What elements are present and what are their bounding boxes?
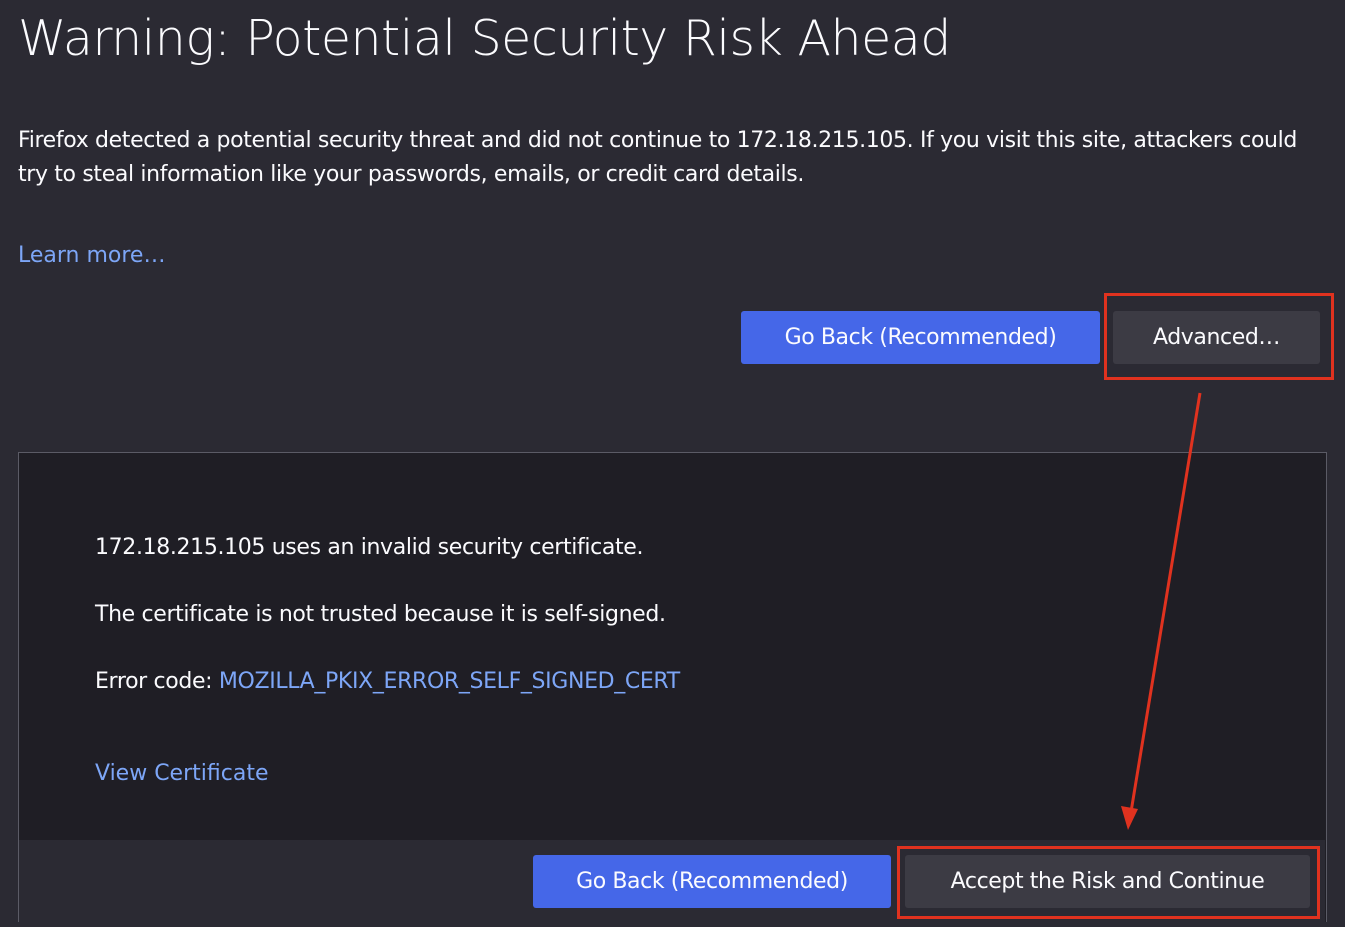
invalid-cert-text: 172.18.215.105 uses an invalid security … [95, 535, 644, 560]
error-code-line: Error code: MOZILLA_PKIX_ERROR_SELF_SIGN… [95, 669, 680, 694]
error-code-label: Error code: [95, 669, 219, 694]
page-title: Warning: Potential Security Risk Ahead [18, 10, 951, 67]
advanced-button[interactable]: Advanced… [1113, 311, 1320, 364]
accept-risk-button[interactable]: Accept the Risk and Continue [905, 855, 1310, 908]
not-trusted-text: The certificate is not trusted because i… [95, 602, 666, 627]
error-code-link[interactable]: MOZILLA_PKIX_ERROR_SELF_SIGNED_CERT [219, 669, 680, 694]
security-warning-page: Warning: Potential Security Risk Ahead F… [0, 0, 1345, 927]
view-certificate-link[interactable]: View Certificate [95, 761, 268, 786]
advanced-panel: 172.18.215.105 uses an invalid security … [18, 452, 1327, 923]
go-back-button[interactable]: Go Back (Recommended) [741, 311, 1100, 364]
learn-more-link[interactable]: Learn more… [18, 243, 165, 268]
go-back-button-panel[interactable]: Go Back (Recommended) [533, 855, 891, 908]
warning-description: Firefox detected a potential security th… [18, 128, 1298, 187]
